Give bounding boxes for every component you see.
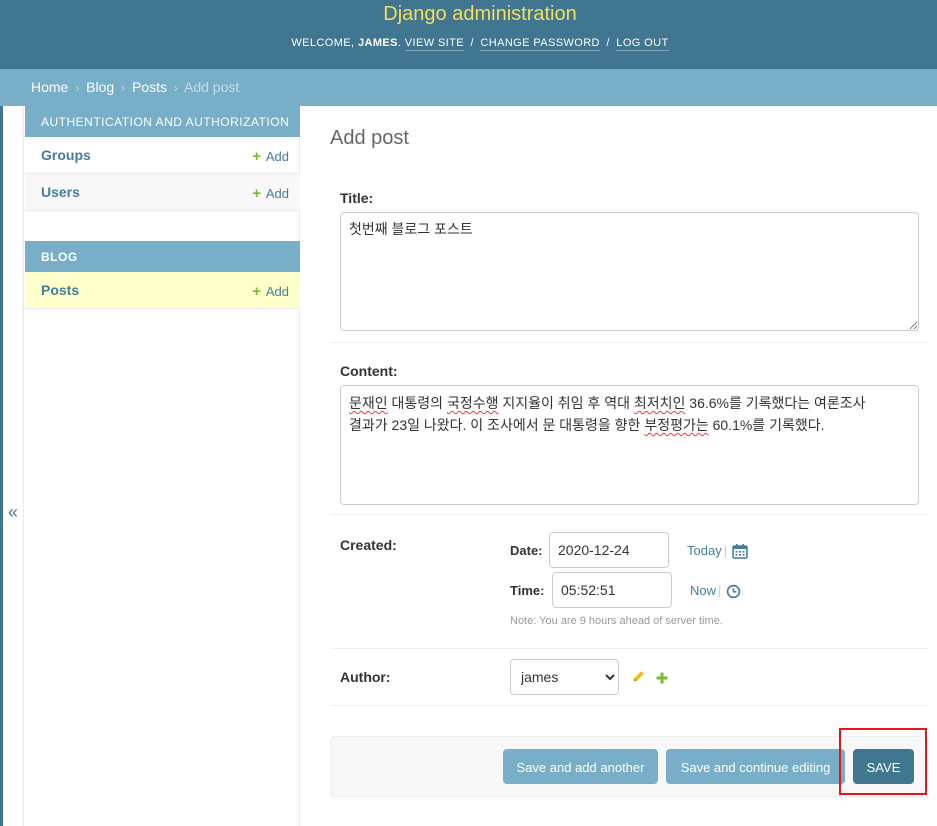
add-label: Add [265,186,289,201]
author-select[interactable]: james [510,659,619,695]
author-label: Author: [340,669,391,685]
plus-icon: + [252,148,261,165]
breadcrumb-separator: › [121,81,126,95]
shortcut-separator: | [718,583,722,598]
title-label: Title: [340,190,374,206]
content-text: 36.6%를 기록했다는 여론조사 [685,395,866,411]
plus-icon: + [252,283,261,300]
breadcrumb-posts[interactable]: Posts [132,79,167,95]
welcome-text: Welcome, [291,37,355,49]
content-line: 결과가 23일 나왔다. 이 조사에서 문 대통령을 향한 부정평가는 60.1… [349,414,910,436]
sidebar-item-users: Users + Add [25,174,300,211]
time-shortcuts: Now | [690,583,723,598]
separator: / [470,37,474,49]
users-link[interactable]: Users [41,184,80,200]
now-link[interactable]: Now [690,583,716,598]
content-text: 문재인 [349,395,388,411]
save-and-continue-button[interactable]: Save and continue editing [666,749,845,784]
content-text: 대통령의 [387,395,447,411]
sidebar-item-groups: Groups + Add [25,137,300,174]
breadcrumb-current: Add post [183,79,240,95]
content-text: 60.1%를 기록했다. [708,417,825,433]
plus-icon[interactable] [656,671,668,689]
date-input[interactable]: 2020-12-24 [549,532,669,568]
nav-sidebar: Authentication and Authorization Groups … [25,106,300,826]
username: james [357,37,398,49]
form-row-author: Author: [330,649,928,706]
shortcut-separator: | [723,543,728,558]
sidebar-toggle-strip[interactable]: « [0,106,24,826]
content-label: Content: [340,363,398,379]
log-out-link[interactable]: Log out [616,37,669,51]
view-site-link[interactable]: View site [404,37,464,51]
module-caption-auth[interactable]: Authentication and Authorization [25,106,300,137]
calendar-icon[interactable] [732,543,748,564]
pencil-icon[interactable] [632,670,645,688]
user-tools: Welcome, james. View site / Change passw… [291,37,669,51]
breadcrumb: Home › Blog › Posts › Add post [0,69,937,106]
title-field[interactable] [340,212,919,331]
posts-add-link[interactable]: + Add [252,283,289,300]
content-text: 국정수행 [446,395,499,411]
plus-icon: + [252,185,261,202]
timezone-note: Note: You are 9 hours ahead of server ti… [510,615,723,627]
change-password-link[interactable]: Change password [480,37,600,51]
add-label: Add [265,149,289,164]
date-label: Date: [510,543,543,558]
content-text: 최저치인 [633,395,686,411]
created-label: Created: [340,537,397,553]
content-field[interactable]: 문재인 대통령의 국정수행 지지율이 취임 후 역대 최저치인 36.6%를 기… [340,385,919,505]
users-add-link[interactable]: + Add [252,185,289,202]
save-and-add-another-button[interactable]: Save and add another [503,749,658,784]
breadcrumb-separator: › [75,81,80,95]
sidebar-item-posts: Posts + Add [25,272,300,309]
content-line: 문재인 대통령의 국정수행 지지율이 취임 후 역대 최저치인 36.6%를 기… [349,392,910,414]
page-title: Add post [330,127,409,149]
collapse-icon[interactable]: « [8,502,18,523]
highlight-box [839,728,927,795]
content-text: 부정평가는 [644,417,709,433]
groups-add-link[interactable]: + Add [252,148,289,165]
content-text: 결과가 23일 나왔다. 이 조사에서 문 대통령을 향한 [349,417,645,433]
module-caption-blog[interactable]: Blog [25,241,300,272]
posts-link[interactable]: Posts [41,282,79,298]
date-shortcuts: Today | [687,543,729,558]
breadcrumb-home[interactable]: Home [31,79,68,95]
clock-icon[interactable] [726,584,741,604]
today-link[interactable]: Today [687,543,722,558]
header: Django administration Welcome, james. Vi… [0,0,937,69]
groups-link[interactable]: Groups [41,147,91,163]
breadcrumb-separator: › [173,81,178,95]
time-input[interactable]: 05:52:51 [552,572,672,608]
module-spacer [25,211,299,241]
separator: / [606,37,610,49]
breadcrumb-blog[interactable]: Blog [86,79,114,95]
time-label: Time: [510,583,545,598]
add-label: Add [265,284,289,299]
content-text: 지지율이 취임 후 역대 [498,395,634,411]
site-name[interactable]: Django administration [0,3,937,26]
